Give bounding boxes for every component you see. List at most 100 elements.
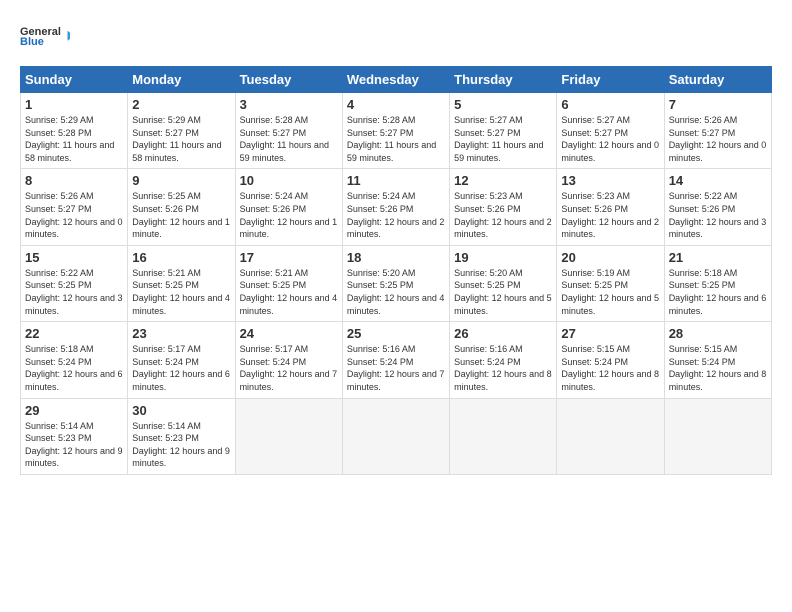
calendar-cell: 6 Sunrise: 5:27 AMSunset: 5:27 PMDaylight… — [557, 93, 664, 169]
col-header-saturday: Saturday — [664, 67, 771, 93]
day-info: Sunrise: 5:20 AMSunset: 5:25 PMDaylight:… — [454, 268, 552, 316]
day-info: Sunrise: 5:28 AMSunset: 5:27 PMDaylight:… — [240, 115, 329, 163]
day-info: Sunrise: 5:23 AMSunset: 5:26 PMDaylight:… — [561, 191, 659, 239]
calendar-cell: 4 Sunrise: 5:28 AMSunset: 5:27 PMDaylight… — [342, 93, 449, 169]
calendar-cell — [557, 398, 664, 474]
day-info: Sunrise: 5:22 AMSunset: 5:26 PMDaylight:… — [669, 191, 767, 239]
day-number: 23 — [132, 326, 230, 341]
day-number: 1 — [25, 97, 123, 112]
day-info: Sunrise: 5:18 AMSunset: 5:24 PMDaylight:… — [25, 344, 123, 392]
calendar-cell: 26 Sunrise: 5:16 AMSunset: 5:24 PMDayligh… — [450, 322, 557, 398]
day-number: 20 — [561, 250, 659, 265]
calendar-cell: 9 Sunrise: 5:25 AMSunset: 5:26 PMDaylight… — [128, 169, 235, 245]
calendar-cell — [342, 398, 449, 474]
day-info: Sunrise: 5:19 AMSunset: 5:25 PMDaylight:… — [561, 268, 659, 316]
calendar-cell: 14 Sunrise: 5:22 AMSunset: 5:26 PMDayligh… — [664, 169, 771, 245]
calendar-cell: 22Sunrise: 5:18 AMSunset: 5:24 PMDayligh… — [21, 322, 128, 398]
day-number: 13 — [561, 173, 659, 188]
day-info: Sunrise: 5:21 AMSunset: 5:25 PMDaylight:… — [240, 268, 338, 316]
calendar-cell: 24Sunrise: 5:17 AMSunset: 5:24 PMDayligh… — [235, 322, 342, 398]
day-number: 16 — [132, 250, 230, 265]
day-info: Sunrise: 5:16 AMSunset: 5:24 PMDaylight:… — [454, 344, 552, 392]
col-header-sunday: Sunday — [21, 67, 128, 93]
day-info: Sunrise: 5:24 AMSunset: 5:26 PMDaylight:… — [347, 191, 445, 239]
day-info: Sunrise: 5:26 AMSunset: 5:27 PMDaylight:… — [669, 115, 767, 163]
day-info: Sunrise: 5:20 AMSunset: 5:25 PMDaylight:… — [347, 268, 445, 316]
calendar-cell: 18 Sunrise: 5:20 AMSunset: 5:25 PMDayligh… — [342, 245, 449, 321]
day-info: Sunrise: 5:28 AMSunset: 5:27 PMDaylight:… — [347, 115, 436, 163]
col-header-monday: Monday — [128, 67, 235, 93]
day-info: Sunrise: 5:17 AMSunset: 5:24 PMDaylight:… — [240, 344, 338, 392]
calendar-cell: 1 Sunrise: 5:29 AMSunset: 5:28 PMDaylight… — [21, 93, 128, 169]
day-info: Sunrise: 5:17 AMSunset: 5:24 PMDaylight:… — [132, 344, 230, 392]
calendar-cell — [664, 398, 771, 474]
day-info: Sunrise: 5:21 AMSunset: 5:25 PMDaylight:… — [132, 268, 230, 316]
day-number: 14 — [669, 173, 767, 188]
calendar-table: SundayMondayTuesdayWednesdayThursdayFrid… — [20, 66, 772, 475]
day-info: Sunrise: 5:14 AMSunset: 5:23 PMDaylight:… — [25, 421, 123, 469]
calendar-cell: 15 Sunrise: 5:22 AMSunset: 5:25 PMDayligh… — [21, 245, 128, 321]
calendar-cell: 7 Sunrise: 5:26 AMSunset: 5:27 PMDaylight… — [664, 93, 771, 169]
day-number: 12 — [454, 173, 552, 188]
day-info: Sunrise: 5:15 AMSunset: 5:24 PMDaylight:… — [561, 344, 659, 392]
svg-text:Blue: Blue — [20, 36, 44, 48]
calendar-cell: 27 Sunrise: 5:15 AMSunset: 5:24 PMDayligh… — [557, 322, 664, 398]
day-info: Sunrise: 5:24 AMSunset: 5:26 PMDaylight:… — [240, 191, 338, 239]
calendar-cell: 8 Sunrise: 5:26 AMSunset: 5:27 PMDaylight… — [21, 169, 128, 245]
calendar-cell: 28 Sunrise: 5:15 AMSunset: 5:24 PMDayligh… — [664, 322, 771, 398]
day-number: 26 — [454, 326, 552, 341]
calendar-cell: 29Sunrise: 5:14 AMSunset: 5:23 PMDayligh… — [21, 398, 128, 474]
day-number: 21 — [669, 250, 767, 265]
day-number: 30 — [132, 403, 230, 418]
day-info: Sunrise: 5:18 AMSunset: 5:25 PMDaylight:… — [669, 268, 767, 316]
day-info: Sunrise: 5:25 AMSunset: 5:26 PMDaylight:… — [132, 191, 230, 239]
calendar-cell: 10 Sunrise: 5:24 AMSunset: 5:26 PMDayligh… — [235, 169, 342, 245]
day-info: Sunrise: 5:15 AMSunset: 5:24 PMDaylight:… — [669, 344, 767, 392]
calendar-cell: 3 Sunrise: 5:28 AMSunset: 5:27 PMDaylight… — [235, 93, 342, 169]
day-info: Sunrise: 5:22 AMSunset: 5:25 PMDaylight:… — [25, 268, 123, 316]
day-number: 6 — [561, 97, 659, 112]
day-number: 19 — [454, 250, 552, 265]
calendar-cell: 19 Sunrise: 5:20 AMSunset: 5:25 PMDayligh… — [450, 245, 557, 321]
day-info: Sunrise: 5:27 AMSunset: 5:27 PMDaylight:… — [454, 115, 543, 163]
calendar-cell: 17 Sunrise: 5:21 AMSunset: 5:25 PMDayligh… — [235, 245, 342, 321]
col-header-tuesday: Tuesday — [235, 67, 342, 93]
page: General Blue SundayMondayTuesdayWednesda… — [0, 0, 792, 612]
calendar-cell: 20 Sunrise: 5:19 AMSunset: 5:25 PMDayligh… — [557, 245, 664, 321]
day-info: Sunrise: 5:23 AMSunset: 5:26 PMDaylight:… — [454, 191, 552, 239]
col-header-thursday: Thursday — [450, 67, 557, 93]
header: General Blue — [20, 16, 772, 56]
day-info: Sunrise: 5:14 AMSunset: 5:23 PMDaylight:… — [132, 421, 230, 469]
calendar-cell: 16 Sunrise: 5:21 AMSunset: 5:25 PMDayligh… — [128, 245, 235, 321]
day-number: 28 — [669, 326, 767, 341]
calendar-cell: 21 Sunrise: 5:18 AMSunset: 5:25 PMDayligh… — [664, 245, 771, 321]
col-header-wednesday: Wednesday — [342, 67, 449, 93]
calendar-cell: 12 Sunrise: 5:23 AMSunset: 5:26 PMDayligh… — [450, 169, 557, 245]
logo-svg: General Blue — [20, 16, 70, 56]
day-number: 3 — [240, 97, 338, 112]
day-number: 4 — [347, 97, 445, 112]
day-info: Sunrise: 5:27 AMSunset: 5:27 PMDaylight:… — [561, 115, 659, 163]
day-number: 2 — [132, 97, 230, 112]
day-number: 15 — [25, 250, 123, 265]
day-number: 18 — [347, 250, 445, 265]
calendar-cell: 30 Sunrise: 5:14 AMSunset: 5:23 PMDayligh… — [128, 398, 235, 474]
day-number: 27 — [561, 326, 659, 341]
day-number: 9 — [132, 173, 230, 188]
calendar-cell: 23 Sunrise: 5:17 AMSunset: 5:24 PMDayligh… — [128, 322, 235, 398]
day-number: 8 — [25, 173, 123, 188]
logo: General Blue — [20, 16, 70, 56]
calendar-cell — [235, 398, 342, 474]
calendar-cell: 2 Sunrise: 5:29 AMSunset: 5:27 PMDaylight… — [128, 93, 235, 169]
day-number: 10 — [240, 173, 338, 188]
calendar-cell: 25 Sunrise: 5:16 AMSunset: 5:24 PMDayligh… — [342, 322, 449, 398]
day-number: 7 — [669, 97, 767, 112]
day-info: Sunrise: 5:16 AMSunset: 5:24 PMDaylight:… — [347, 344, 445, 392]
calendar-cell: 5Sunrise: 5:27 AMSunset: 5:27 PMDaylight… — [450, 93, 557, 169]
day-info: Sunrise: 5:29 AMSunset: 5:28 PMDaylight:… — [25, 115, 114, 163]
calendar-cell: 11Sunrise: 5:24 AMSunset: 5:26 PMDayligh… — [342, 169, 449, 245]
day-number: 17 — [240, 250, 338, 265]
day-info: Sunrise: 5:26 AMSunset: 5:27 PMDaylight:… — [25, 191, 123, 239]
day-info: Sunrise: 5:29 AMSunset: 5:27 PMDaylight:… — [132, 115, 221, 163]
day-number: 25 — [347, 326, 445, 341]
